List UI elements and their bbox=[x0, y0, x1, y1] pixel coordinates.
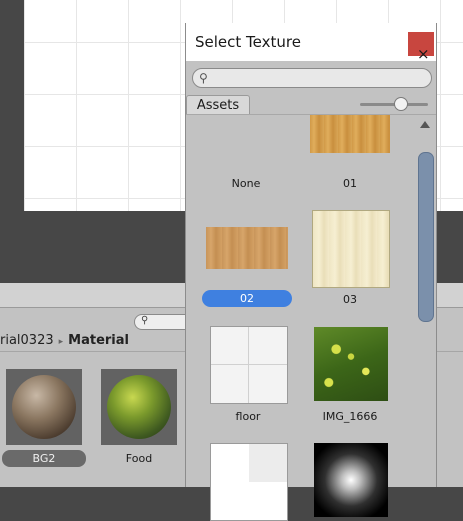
material-sphere bbox=[107, 375, 171, 439]
texture-tile[interactable] bbox=[186, 443, 306, 521]
window-titlebar[interactable]: Select Texture × bbox=[186, 23, 436, 63]
material-sphere bbox=[12, 375, 76, 439]
texture-label: 03 bbox=[343, 293, 357, 306]
texture-label: IMG_1666 bbox=[322, 410, 378, 423]
texture-thumbnail bbox=[314, 327, 388, 401]
texture-thumbnail bbox=[210, 326, 288, 404]
close-button[interactable]: × bbox=[408, 32, 434, 63]
asset-label: BG2 bbox=[2, 450, 86, 467]
breadcrumb: rial0323 ▸ Material bbox=[0, 333, 129, 348]
texture-thumbnail bbox=[210, 443, 288, 521]
texture-tile-floor[interactable]: floor bbox=[186, 326, 306, 426]
texture-tile-03[interactable]: 03 bbox=[306, 209, 416, 309]
scrollbar[interactable] bbox=[416, 116, 434, 487]
texture-thumbnail bbox=[310, 115, 390, 153]
asset-food[interactable]: Food bbox=[101, 369, 177, 469]
texture-thumbnail bbox=[312, 210, 390, 288]
material-thumbnail bbox=[101, 369, 177, 445]
asset-bg2[interactable]: BG2 bbox=[2, 369, 86, 469]
texture-tile-02[interactable]: 02 bbox=[186, 209, 306, 309]
window-title: Select Texture bbox=[195, 33, 301, 51]
tab-assets[interactable]: Assets bbox=[186, 95, 250, 115]
asset-label: Food bbox=[125, 452, 153, 465]
arrow-up-icon[interactable] bbox=[420, 121, 430, 128]
texture-tile-img-1666[interactable]: IMG_1666 bbox=[306, 326, 416, 426]
texture-thumbnail bbox=[206, 227, 288, 269]
texture-label: 01 bbox=[343, 177, 357, 190]
breadcrumb-parent[interactable]: rial0323 bbox=[0, 333, 54, 348]
texture-tile[interactable] bbox=[306, 443, 416, 517]
texture-search-input[interactable]: ⚲ bbox=[192, 68, 432, 88]
material-thumbnail bbox=[6, 369, 82, 445]
select-texture-window: Select Texture × ⚲ Assets None 01 02 03 … bbox=[185, 23, 437, 521]
texture-tile-none[interactable]: None bbox=[186, 115, 306, 195]
zoom-slider-handle[interactable] bbox=[394, 97, 408, 111]
breadcrumb-separator-icon: ▸ bbox=[58, 337, 64, 347]
texture-thumbnail bbox=[314, 443, 388, 517]
texture-label: 02 bbox=[202, 290, 292, 307]
scrollbar-thumb[interactable] bbox=[418, 152, 434, 322]
texture-tile-01[interactable]: 01 bbox=[306, 115, 416, 195]
texture-label: None bbox=[231, 177, 261, 190]
search-icon: ⚲ bbox=[141, 315, 149, 326]
breadcrumb-current: Material bbox=[68, 333, 129, 348]
close-icon: × bbox=[417, 45, 430, 63]
texture-label: floor bbox=[235, 410, 261, 423]
search-icon: ⚲ bbox=[199, 71, 208, 85]
